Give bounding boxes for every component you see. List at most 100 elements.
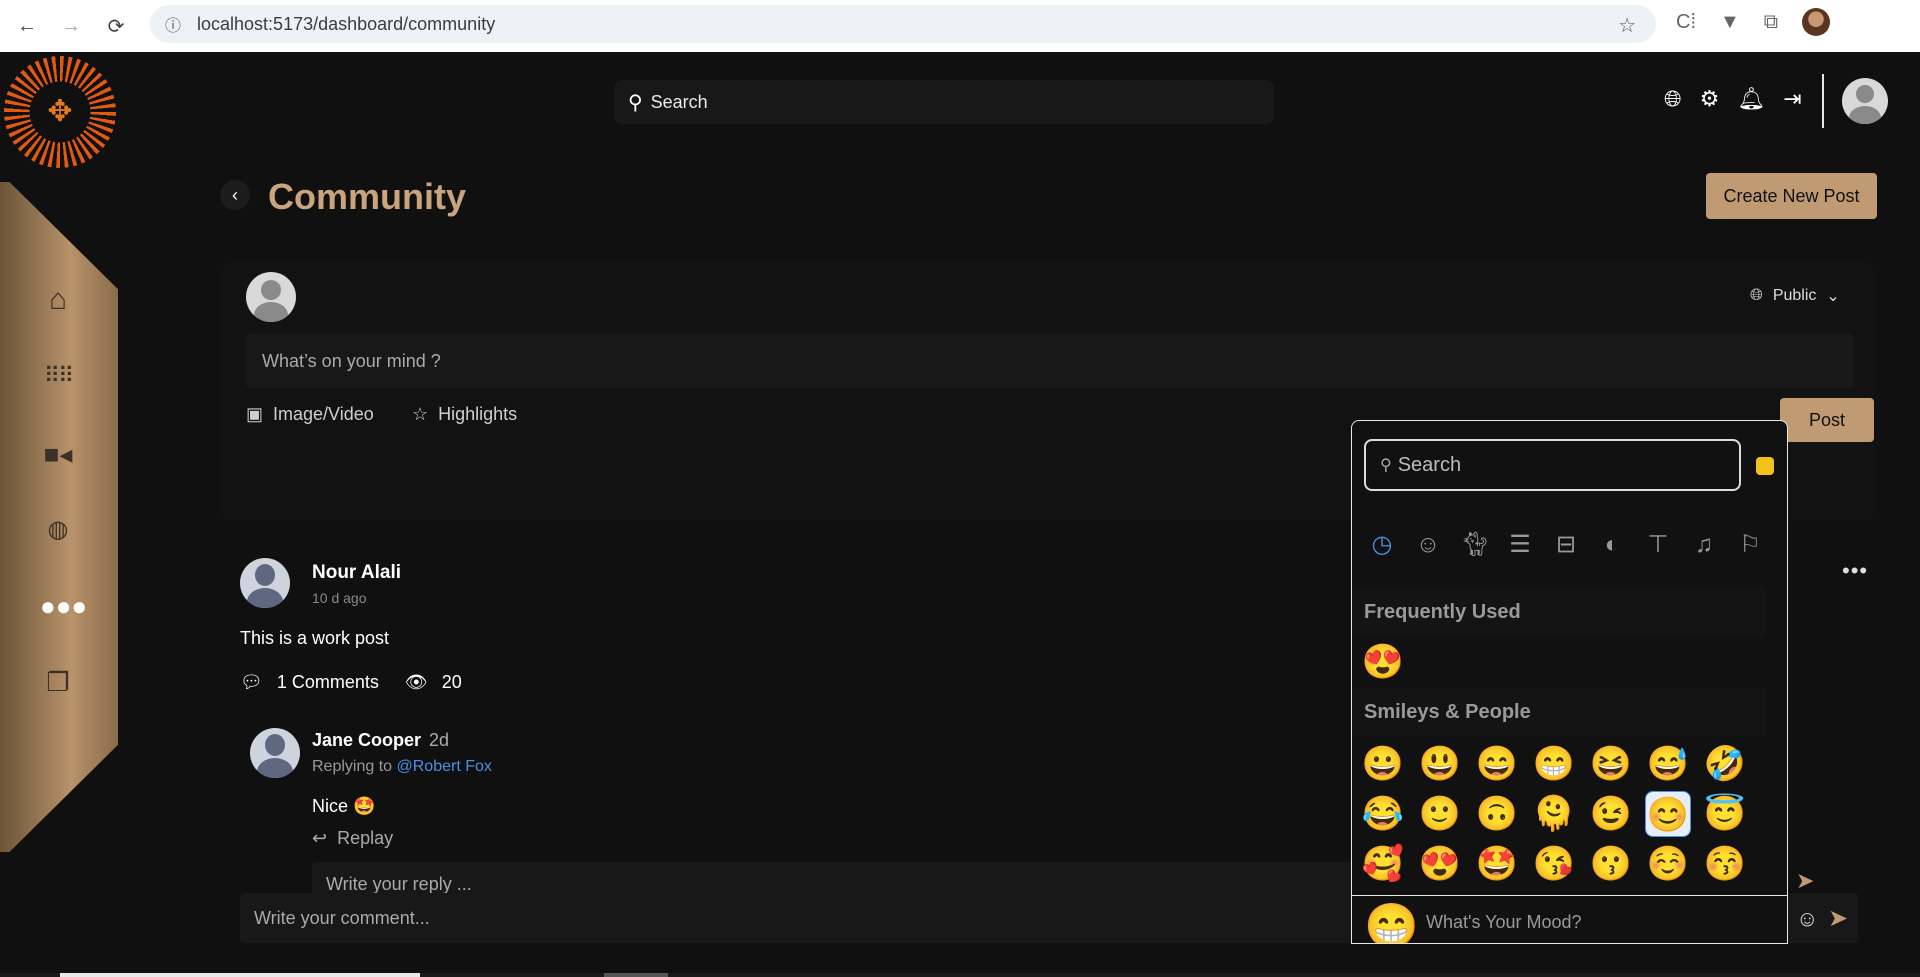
logout-icon[interactable]: ⇥	[1783, 86, 1801, 112]
send-comment-icon[interactable]: ➤	[1828, 904, 1848, 933]
replying-prefix: Replying to	[312, 758, 393, 775]
author-name[interactable]: Nour Alali	[312, 562, 401, 584]
emoji-search-input[interactable]: ⚲ Search	[1364, 439, 1741, 491]
emoji-preview-bar: 😁 What's Your Mood?	[1352, 895, 1787, 943]
send-reply-icon[interactable]: ➤	[1796, 868, 1814, 894]
global-search[interactable]: ⚲ Search	[614, 80, 1274, 124]
scroll-marker	[604, 973, 668, 977]
comment-icon[interactable]: 💬︎	[240, 672, 263, 693]
activities-ball-icon[interactable]: ◐	[1598, 531, 1626, 559]
eye-icon: 👁︎	[404, 672, 428, 692]
library-icon[interactable]: ❐	[40, 664, 76, 700]
comments-count[interactable]: 1 Comments	[277, 672, 379, 693]
url-text: localhost:5173/dashboard/community	[197, 13, 496, 34]
emoji-option[interactable]: 😀	[1360, 741, 1406, 787]
commenter-avatar[interactable]	[250, 728, 300, 778]
apps-grid-icon[interactable]: ⠿⠿	[40, 358, 76, 394]
replay-label: Replay	[337, 828, 394, 848]
emoji-option[interactable]: 😚	[1702, 841, 1748, 887]
profile-avatar[interactable]	[1802, 8, 1831, 36]
frequently-used-heading: Frequently Used	[1352, 587, 1766, 637]
emoji-option[interactable]: 🙃	[1474, 791, 1520, 837]
objects-shirt-icon[interactable]: ⊤	[1644, 531, 1672, 559]
address-bar[interactable]: ⓘ localhost:5173/dashboard/community ☆	[150, 5, 1656, 43]
mention-link[interactable]: @Robert Fox	[397, 758, 492, 775]
emoji-option[interactable]: 😍	[1360, 639, 1406, 685]
image-video-label: Image/Video	[273, 404, 374, 424]
chevron-down-icon: ⌄	[1826, 288, 1840, 305]
emoji-option[interactable]: 🙂	[1417, 791, 1463, 837]
replay-button[interactable]: ↩ Replay	[312, 828, 393, 849]
star-icon: ☆	[412, 404, 429, 424]
emoji-option[interactable]: 🥰	[1360, 841, 1406, 887]
animals-cat-icon[interactable]: 🐈︎	[1460, 531, 1490, 559]
emoji-option[interactable]: 😉	[1588, 791, 1634, 837]
bottom-scrollbar[interactable]	[0, 973, 1920, 977]
post-text-input[interactable]: What’s on your mind ?	[246, 334, 1854, 388]
emoji-option[interactable]: 😇	[1702, 791, 1748, 837]
emoji-option[interactable]: 😆	[1588, 741, 1634, 787]
visibility-select[interactable]: 🌐︎ Public ⌄	[1750, 286, 1840, 306]
community-icon[interactable]: ●●●	[40, 588, 87, 624]
skin-tone-selector[interactable]	[1756, 457, 1774, 475]
views-count: 20	[441, 672, 462, 692]
bell-icon[interactable]: 🔔︎	[1737, 86, 1765, 112]
emoji-option[interactable]: 😘	[1531, 841, 1577, 887]
header-actions: 🌐︎ ⚙ 🔔︎ ⇥	[1664, 86, 1802, 112]
create-new-post-button[interactable]: Create New Post	[1706, 173, 1877, 219]
app-logo[interactable]: ✥	[4, 56, 116, 168]
emoji-option[interactable]: 😍	[1417, 841, 1463, 887]
globe-icon[interactable]: 🌐︎	[1664, 86, 1682, 112]
comment-body: Nice 🤩	[312, 796, 376, 816]
highlights-label: Highlights	[438, 404, 518, 424]
preview-label: What's Your Mood?	[1426, 912, 1582, 932]
emoji-option[interactable]: 😁	[1531, 741, 1577, 787]
back-button[interactable]: ‹	[220, 180, 250, 210]
forward-nav-icon[interactable]: →	[56, 11, 86, 41]
smileys-heading: Smileys & People	[1352, 687, 1766, 737]
image-icon: ▣	[246, 404, 264, 424]
extensions-puzzle-icon[interactable]: ⧉	[1764, 11, 1778, 34]
emoji-option[interactable]: 😊	[1645, 791, 1691, 837]
back-nav-icon[interactable]: ←	[12, 11, 42, 41]
chevron-left-icon: ‹	[232, 184, 238, 205]
emoji-option[interactable]: 😅	[1645, 741, 1691, 787]
emoji-category-tabs: ◷ ☺ 🐈︎ ☰ ⊟ ◐ ⊤ ♫ ⚐	[1368, 531, 1764, 559]
recent-clock-icon[interactable]: ◷	[1368, 531, 1396, 559]
emoji-option[interactable]: 😄	[1474, 741, 1520, 787]
emoji-option[interactable]: 🫠	[1531, 791, 1577, 837]
smiley-category-icon[interactable]: ☺	[1414, 531, 1442, 559]
symbols-music-icon[interactable]: ♫	[1690, 531, 1718, 559]
highlights-button[interactable]: ☆ Highlights	[412, 404, 517, 425]
post-button[interactable]: Post	[1780, 398, 1874, 442]
emoji-search-placeholder: Search	[1397, 453, 1462, 476]
author-avatar[interactable]	[240, 558, 290, 608]
emoji-icon[interactable]: ☺	[1796, 906, 1818, 932]
bookmark-star-icon[interactable]: ☆	[1618, 13, 1636, 38]
emoji-option[interactable]: 🤣	[1702, 741, 1748, 787]
commenter-name[interactable]: Jane Cooper	[312, 730, 421, 751]
food-burger-icon[interactable]: ☰	[1506, 531, 1534, 559]
site-info-icon[interactable]: ⓘ	[165, 12, 181, 36]
user-avatar[interactable]	[1842, 78, 1888, 124]
flags-flag-icon[interactable]: ⚐	[1736, 531, 1764, 559]
gear-icon[interactable]: ⚙	[1700, 86, 1720, 112]
home-icon[interactable]: ⌂	[40, 282, 76, 318]
emoji-option[interactable]: 😃	[1417, 741, 1463, 787]
chat-icon[interactable]: ◍	[40, 512, 76, 548]
scroll-thumb[interactable]	[60, 973, 420, 977]
search-icon: ⚲	[1380, 457, 1392, 474]
emoji-option[interactable]: ☺️	[1645, 841, 1691, 887]
more-options-icon[interactable]: •••	[1842, 558, 1868, 584]
extension-v-icon[interactable]: ▼	[1720, 11, 1740, 34]
emoji-option[interactable]: 🤩	[1474, 841, 1520, 887]
extensions-area: C⁞ ▼ ⧉	[1676, 8, 1831, 36]
reload-icon[interactable]: ⟳	[101, 11, 131, 41]
image-video-button[interactable]: ▣ Image/Video	[246, 404, 374, 425]
travel-bus-icon[interactable]: ⊟	[1552, 531, 1580, 559]
emoji-option[interactable]: 😗	[1588, 841, 1634, 887]
video-icon[interactable]: ■◂	[40, 436, 76, 472]
emoji-option[interactable]: 😂	[1360, 791, 1406, 837]
logo-arrows-icon: ✥	[47, 95, 73, 128]
extension-c-icon[interactable]: C⁞	[1676, 11, 1696, 34]
